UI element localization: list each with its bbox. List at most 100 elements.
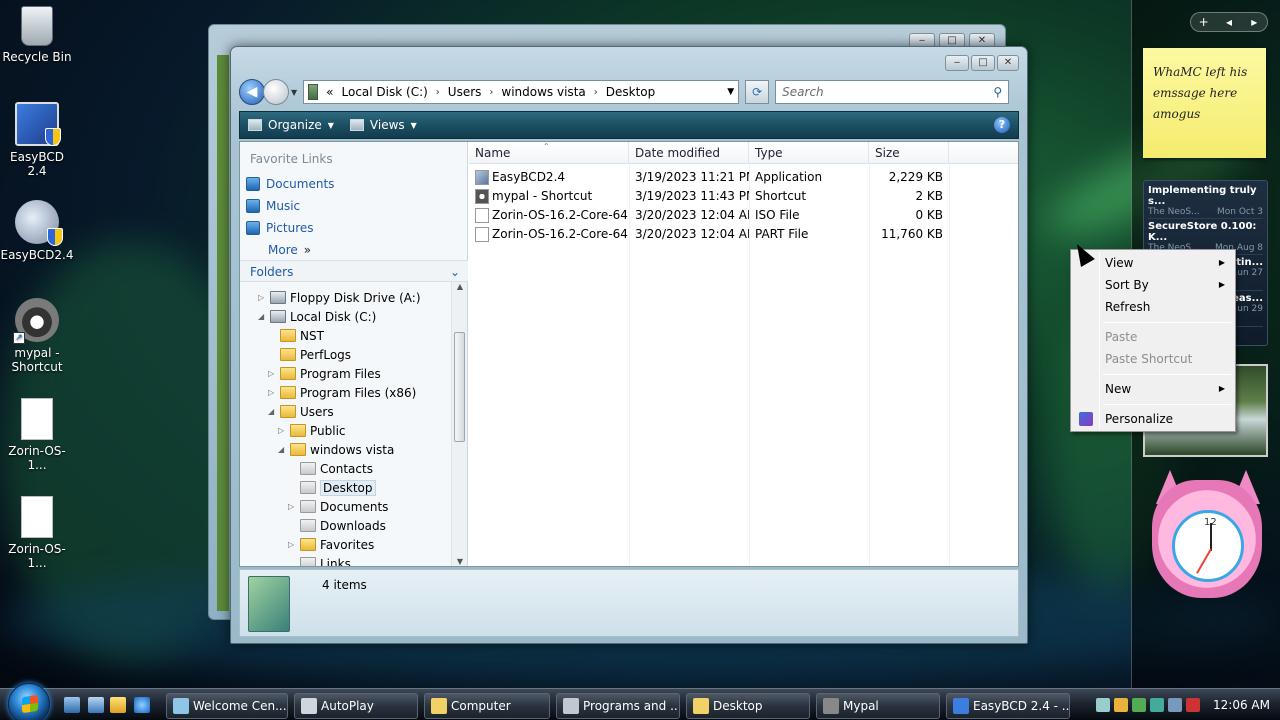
task-computer[interactable]: Computer bbox=[424, 693, 550, 719]
chevron-down-icon[interactable]: ⌄ bbox=[450, 261, 460, 283]
scrollbar-thumb[interactable] bbox=[454, 332, 465, 442]
desktop-icon-zorin-part[interactable]: Zorin-OS-1... bbox=[0, 496, 74, 570]
menu-item-personalize[interactable]: Personalize bbox=[1073, 408, 1233, 430]
tree-item-local-disk[interactable]: ◢ Local Disk (C:) bbox=[258, 307, 376, 326]
desktop-icon-easybcd[interactable]: EasyBCD 2.4 bbox=[0, 102, 74, 178]
tree-item-program-files-x86[interactable]: ▷ Program Files (x86) bbox=[268, 383, 416, 402]
address-bar[interactable]: « Local Disk (C:) › Users › windows vist… bbox=[303, 80, 740, 104]
task-autoplay[interactable]: AutoPlay bbox=[294, 693, 418, 719]
breadcrumb-windows-vista[interactable]: windows vista bbox=[501, 85, 585, 99]
breadcrumb-overflow[interactable]: « bbox=[326, 85, 333, 99]
tree-item-favorites[interactable]: ▷ Favorites bbox=[288, 535, 374, 554]
previous-icon[interactable]: ◂ bbox=[1216, 15, 1241, 29]
file-row[interactable]: EasyBCD2.4 3/19/2023 11:21 PM Applicatio… bbox=[469, 168, 1018, 187]
tree-item-contacts[interactable]: Contacts bbox=[288, 459, 373, 478]
tree-item-floppy[interactable]: ▷ Floppy Disk Drive (A:) bbox=[258, 288, 421, 307]
tree-item-windows-vista[interactable]: ◢ windows vista bbox=[278, 440, 394, 459]
tree-scrollbar[interactable]: ▲ ▼ bbox=[451, 282, 467, 566]
column-header-size[interactable]: Size bbox=[869, 142, 949, 164]
favorite-music[interactable]: Music bbox=[246, 196, 300, 216]
breadcrumb-separator-icon[interactable]: › bbox=[489, 87, 493, 98]
internet-explorer-icon[interactable] bbox=[134, 697, 150, 713]
maximize-button[interactable]: □ bbox=[971, 55, 995, 71]
expand-icon[interactable]: ▷ bbox=[268, 369, 276, 378]
scroll-up-icon[interactable]: ▲ bbox=[452, 282, 468, 291]
organize-button[interactable]: Organize ▼ bbox=[248, 118, 334, 132]
tree-item-nst[interactable]: NST bbox=[268, 326, 324, 345]
tree-item-perflogs[interactable]: PerfLogs bbox=[268, 345, 351, 364]
views-button[interactable]: Views ▼ bbox=[349, 118, 417, 132]
start-button[interactable] bbox=[8, 683, 50, 720]
file-row[interactable]: Zorin-OS-16.2-Core-64... 3/20/2023 12:04… bbox=[469, 225, 1018, 244]
close-button[interactable]: ✕ bbox=[997, 55, 1019, 71]
breadcrumb-users[interactable]: Users bbox=[448, 85, 482, 99]
expand-icon[interactable]: ▷ bbox=[258, 293, 266, 302]
collapse-icon[interactable]: ◢ bbox=[258, 312, 266, 321]
search-input[interactable]: Search ⚲ bbox=[775, 80, 1010, 104]
menu-item-new[interactable]: New ▶ bbox=[1073, 378, 1233, 400]
feed-item[interactable]: Implementing truly s... The NeoS... Mon O… bbox=[1148, 185, 1263, 219]
tree-item-documents[interactable]: ▷ Documents bbox=[288, 497, 388, 516]
desktop-icon-zorin-iso[interactable]: Zorin-OS-1... bbox=[0, 398, 74, 472]
desktop-icon-recycle-bin[interactable]: Recycle Bin bbox=[0, 4, 74, 64]
menu-item-refresh[interactable]: Refresh bbox=[1073, 296, 1233, 318]
task-easybcd[interactable]: EasyBCD 2.4 - ... bbox=[946, 693, 1070, 719]
desktop-icon-mypal-shortcut[interactable]: ↗ mypal - Shortcut bbox=[0, 298, 74, 374]
clock-gadget[interactable]: 12 bbox=[1148, 470, 1266, 600]
recent-pages-dropdown[interactable]: ▼ bbox=[291, 88, 297, 97]
breadcrumb-separator-icon[interactable]: › bbox=[436, 87, 440, 98]
menu-item-view[interactable]: View ▶ bbox=[1073, 252, 1233, 274]
clock-time[interactable]: 12:06 AM bbox=[1213, 698, 1270, 712]
task-desktop[interactable]: Desktop bbox=[686, 693, 810, 719]
back-button[interactable]: ◀ bbox=[239, 79, 265, 105]
tree-item-downloads[interactable]: Downloads bbox=[288, 516, 386, 535]
favorite-documents[interactable]: Documents bbox=[246, 174, 334, 194]
tree-item-program-files[interactable]: ▷ Program Files bbox=[268, 364, 381, 383]
tray-app-icon[interactable] bbox=[1096, 698, 1110, 712]
expand-icon[interactable]: ▷ bbox=[288, 502, 296, 511]
task-welcome-center[interactable]: Welcome Cen... bbox=[166, 693, 288, 719]
explorer-window[interactable]: ‒ □ ✕ ◀ ▼ « Local Disk (C:) › Users › wi… bbox=[230, 46, 1028, 644]
add-gadget-icon[interactable]: + bbox=[1191, 15, 1216, 29]
help-icon[interactable]: ? bbox=[994, 117, 1010, 133]
column-header-name[interactable]: Name ⌃ bbox=[469, 142, 629, 164]
expand-icon[interactable]: ▷ bbox=[288, 540, 296, 549]
collapse-icon[interactable]: ◢ bbox=[268, 407, 276, 416]
task-mypal[interactable]: Mypal bbox=[816, 693, 940, 719]
task-programs-features[interactable]: Programs and ... bbox=[556, 693, 680, 719]
file-row[interactable]: mypal - Shortcut 3/19/2023 11:43 PM Shor… bbox=[469, 187, 1018, 206]
breadcrumb-separator-icon[interactable]: › bbox=[594, 87, 598, 98]
chevron-down-icon[interactable]: ▼ bbox=[727, 87, 734, 97]
sticky-note-gadget[interactable]: WhaMC left his emssage here amogus bbox=[1143, 48, 1266, 158]
refresh-button[interactable]: ⟳ bbox=[745, 80, 770, 104]
scroll-down-icon[interactable]: ▼ bbox=[452, 557, 468, 566]
folders-header[interactable]: Folders ⌄ bbox=[240, 260, 468, 282]
expand-icon[interactable]: ▷ bbox=[268, 388, 276, 397]
tray-update-icon[interactable] bbox=[1132, 698, 1146, 712]
forward-button[interactable] bbox=[263, 79, 289, 105]
security-shield-icon[interactable] bbox=[1114, 698, 1128, 712]
menu-item-sort-by[interactable]: Sort By ▶ bbox=[1073, 274, 1233, 296]
search-icon[interactable]: ⚲ bbox=[993, 85, 1002, 99]
favorite-pictures[interactable]: Pictures bbox=[246, 218, 314, 238]
file-row[interactable]: Zorin-OS-16.2-Core-64... 3/20/2023 12:04… bbox=[469, 206, 1018, 225]
expand-icon[interactable]: ▷ bbox=[278, 426, 286, 435]
column-header-type[interactable]: Type bbox=[749, 142, 869, 164]
network-icon[interactable] bbox=[1168, 698, 1182, 712]
desktop-icon-easybcd-installer[interactable]: EasyBCD2.4 bbox=[0, 200, 74, 262]
volume-muted-icon[interactable] bbox=[1186, 698, 1200, 712]
switch-windows-icon[interactable] bbox=[88, 697, 104, 713]
minimize-button[interactable]: ‒ bbox=[945, 55, 969, 71]
favorite-more[interactable]: More » bbox=[268, 240, 311, 260]
tree-item-users[interactable]: ◢ Users bbox=[268, 402, 334, 421]
collapse-icon[interactable]: ◢ bbox=[278, 445, 286, 454]
breadcrumb-desktop[interactable]: Desktop bbox=[606, 85, 656, 99]
breadcrumb-local-disk[interactable]: Local Disk (C:) bbox=[342, 85, 428, 99]
tray-device-icon[interactable] bbox=[1150, 698, 1164, 712]
next-icon[interactable]: ▸ bbox=[1242, 15, 1267, 29]
tree-item-public[interactable]: ▷ Public bbox=[278, 421, 346, 440]
tree-item-links[interactable]: Links bbox=[288, 554, 351, 566]
tree-item-desktop[interactable]: Desktop bbox=[288, 478, 376, 497]
column-header-date[interactable]: Date modified bbox=[629, 142, 749, 164]
show-desktop-icon[interactable] bbox=[64, 697, 80, 713]
